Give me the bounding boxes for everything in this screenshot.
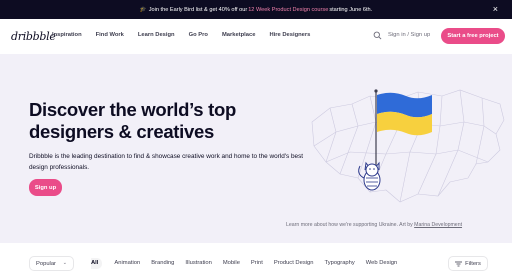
category-tab-typography[interactable]: Typography (324, 258, 354, 269)
hero-section: Discover the world’s top designers & cre… (0, 54, 512, 243)
category-tab-mobile[interactable]: Mobile (223, 258, 240, 269)
filters-button[interactable]: Filters (448, 256, 488, 271)
nav-link-marketplace[interactable]: Marketplace (222, 31, 256, 40)
sort-dropdown-value: Popular (36, 260, 56, 267)
dribbble-logo[interactable]: dribbble (11, 30, 56, 43)
filter-icon (455, 261, 463, 266)
start-project-button[interactable]: Start a free project (441, 28, 505, 44)
close-icon[interactable]: × (493, 4, 498, 14)
hero-title: Discover the world’s top designers & cre… (29, 99, 236, 142)
category-tab-print[interactable]: Print (251, 258, 263, 269)
category-fade (400, 255, 444, 273)
promo-text-before: Join the Early Bird list & get 40% off o… (148, 6, 248, 13)
nav-links: Inspiration Find Work Learn Design Go Pr… (52, 31, 324, 40)
category-tab-product-design[interactable]: Product Design (274, 258, 314, 269)
signup-button[interactable]: Sign up (29, 179, 62, 196)
category-tabs: All Animation Branding Illustration Mobi… (91, 258, 443, 269)
mortarboard-icon: 🎓 (139, 6, 147, 13)
nav-link-hire-designers[interactable]: Hire Designers (269, 31, 310, 40)
nav-link-find-work[interactable]: Find Work (96, 31, 124, 40)
cat-illustration (358, 161, 381, 191)
promo-highlight-link[interactable]: 12 Week Product Design course (248, 7, 328, 13)
search-icon[interactable] (373, 31, 382, 40)
ukraine-map-illustration (311, 89, 505, 203)
nav-link-learn-design[interactable]: Learn Design (138, 31, 175, 40)
credit-artist-link[interactable]: Marina Development (414, 222, 462, 228)
nav-link-go-pro[interactable]: Go Pro (189, 31, 208, 40)
hero-description: Dribbble is the leading destination to f… (29, 153, 304, 171)
filters-button-label: Filters (465, 260, 481, 267)
category-tab-illustration[interactable]: Illustration (185, 258, 211, 269)
promo-text-after: starting June 6th. (329, 6, 373, 13)
nav-link-inspiration[interactable]: Inspiration (52, 31, 82, 40)
ukraine-credit-text[interactable]: Learn more about how we're supporting Uk… (286, 222, 414, 228)
category-tab-web-design[interactable]: Web Design (366, 258, 397, 269)
ukraine-credit: Learn more about how we're supporting Uk… (286, 222, 462, 228)
promo-banner[interactable]: 🎓 Join the Early Bird list & get 40% off… (0, 0, 512, 19)
filter-bar: Popular ⌄ All Animation Branding Illustr… (0, 243, 512, 276)
category-tab-branding[interactable]: Branding (151, 258, 174, 269)
category-tab-animation[interactable]: Animation (114, 258, 140, 269)
chevron-down-icon: ⌄ (62, 260, 67, 266)
signin-link[interactable]: Sign in / Sign up (388, 32, 430, 38)
category-tab-all[interactable]: All (91, 258, 103, 269)
top-nav: dribbble Inspiration Find Work Learn Des… (0, 19, 512, 54)
sort-dropdown[interactable]: Popular ⌄ (29, 256, 74, 271)
